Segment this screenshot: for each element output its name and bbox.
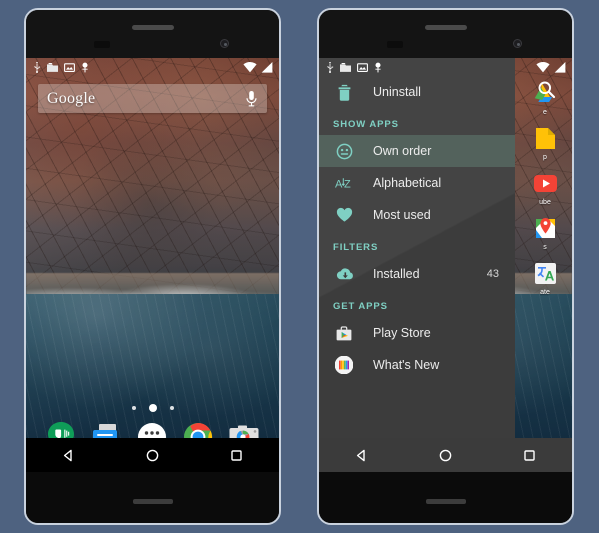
- menu-item-count: 43: [486, 268, 499, 280]
- signal-icon: [261, 61, 273, 73]
- usb-icon: [327, 61, 334, 73]
- play-store-icon: [333, 325, 355, 342]
- google-search-label: Google: [47, 89, 96, 107]
- signal-icon: [554, 61, 566, 73]
- page-dot: [131, 406, 136, 410]
- front-camera: [220, 39, 229, 48]
- menu-section-header: SHOW APPS: [333, 119, 399, 130]
- menu-item-installed[interactable]: Installed 43: [319, 258, 515, 290]
- svg-text:Z: Z: [344, 178, 351, 190]
- app-label: s: [543, 244, 547, 251]
- app-label: ate: [540, 289, 550, 296]
- search-icon[interactable]: [537, 80, 556, 104]
- usb-debug-icon: [375, 62, 381, 72]
- menu-item-label: Play Store: [373, 326, 431, 340]
- wifi-icon: [536, 61, 550, 72]
- heart-icon: [333, 207, 355, 223]
- app-label: ube: [539, 199, 551, 206]
- navigation-bar: [26, 438, 279, 472]
- app-drawer-screen[interactable]: e p ube s ate Uninstall SHOW APPS Own or…: [319, 58, 572, 472]
- app-item[interactable]: ube: [522, 170, 568, 206]
- page-indicator: [26, 404, 279, 412]
- home-circle-icon[interactable]: [139, 442, 165, 468]
- app-item[interactable]: s: [522, 215, 568, 251]
- usb-debug-icon: [82, 62, 88, 72]
- status-bar: [319, 58, 572, 76]
- earpiece-speaker: [131, 25, 174, 30]
- page-dot: [169, 406, 174, 410]
- screenshot-icon: [340, 62, 351, 72]
- sort-az-icon: AZ: [333, 176, 355, 191]
- phone-top-bezel: [26, 10, 279, 58]
- trash-icon: [333, 84, 355, 101]
- translate-icon: [534, 263, 556, 284]
- maps-icon: [535, 218, 555, 238]
- menu-item-whats-new[interactable]: What's New: [319, 349, 515, 381]
- phone-bottom-bezel: [319, 468, 572, 523]
- page-dot-active: [148, 404, 157, 412]
- svg-text:A: A: [335, 178, 343, 190]
- phone-top-bezel: [319, 10, 572, 58]
- back-triangle-icon[interactable]: [348, 442, 374, 468]
- menu-item-label: Most used: [373, 208, 431, 222]
- menu-item-most-used[interactable]: Most used: [319, 199, 515, 231]
- whats-new-icon: [333, 356, 355, 374]
- home-circle-icon[interactable]: [432, 442, 458, 468]
- home-screen[interactable]: Google: [26, 58, 279, 472]
- cloud-download-icon: [333, 267, 355, 281]
- app-label: p: [543, 154, 547, 161]
- home-screen-phone: Google: [24, 8, 281, 525]
- menu-item-label: What's New: [373, 358, 440, 372]
- menu-item-label: Installed: [373, 267, 420, 281]
- back-triangle-icon[interactable]: [55, 442, 81, 468]
- usb-icon: [34, 61, 41, 73]
- navigation-bar: [319, 438, 572, 472]
- proximity-sensor: [94, 41, 110, 48]
- app-item[interactable]: p: [522, 125, 568, 161]
- menu-section-header: GET APPS: [333, 301, 388, 312]
- youtube-icon: [533, 175, 557, 192]
- bottom-speaker: [425, 499, 466, 504]
- menu-item-uninstall[interactable]: Uninstall: [319, 76, 515, 108]
- keep-icon: [535, 128, 555, 149]
- menu-item-play-store[interactable]: Play Store: [319, 317, 515, 349]
- proximity-sensor: [387, 41, 403, 48]
- image-icon: [64, 62, 75, 72]
- app-drawer-phone: e p ube s ate Uninstall SHOW APPS Own or…: [317, 8, 574, 525]
- menu-section-header: FILTERS: [333, 242, 379, 253]
- menu-item-label: Own order: [373, 144, 432, 158]
- earpiece-speaker: [424, 25, 467, 30]
- status-bar: [26, 58, 279, 76]
- own-order-icon: [333, 143, 355, 160]
- bottom-speaker: [132, 499, 173, 504]
- google-search-widget[interactable]: Google: [38, 84, 267, 113]
- drawer-menu-panel: Uninstall SHOW APPS Own order AZ Alphabe…: [319, 58, 515, 472]
- wifi-icon: [243, 61, 257, 72]
- phone-bottom-bezel: [26, 468, 279, 523]
- menu-item-own-order[interactable]: Own order: [319, 135, 515, 167]
- app-label: e: [543, 109, 547, 116]
- screenshot-icon: [47, 62, 58, 72]
- recents-square-icon[interactable]: [517, 442, 543, 468]
- menu-item-label: Uninstall: [373, 85, 421, 99]
- menu-item-alphabetical[interactable]: AZ Alphabetical: [319, 167, 515, 199]
- recents-square-icon[interactable]: [224, 442, 250, 468]
- app-item[interactable]: ate: [522, 260, 568, 296]
- image-icon: [357, 62, 368, 72]
- front-camera: [513, 39, 522, 48]
- screenshot-canvas: Google e p ube s ate Uninstall SHOW APPS…: [0, 0, 599, 533]
- microphone-icon[interactable]: [245, 90, 258, 108]
- menu-item-label: Alphabetical: [373, 176, 442, 190]
